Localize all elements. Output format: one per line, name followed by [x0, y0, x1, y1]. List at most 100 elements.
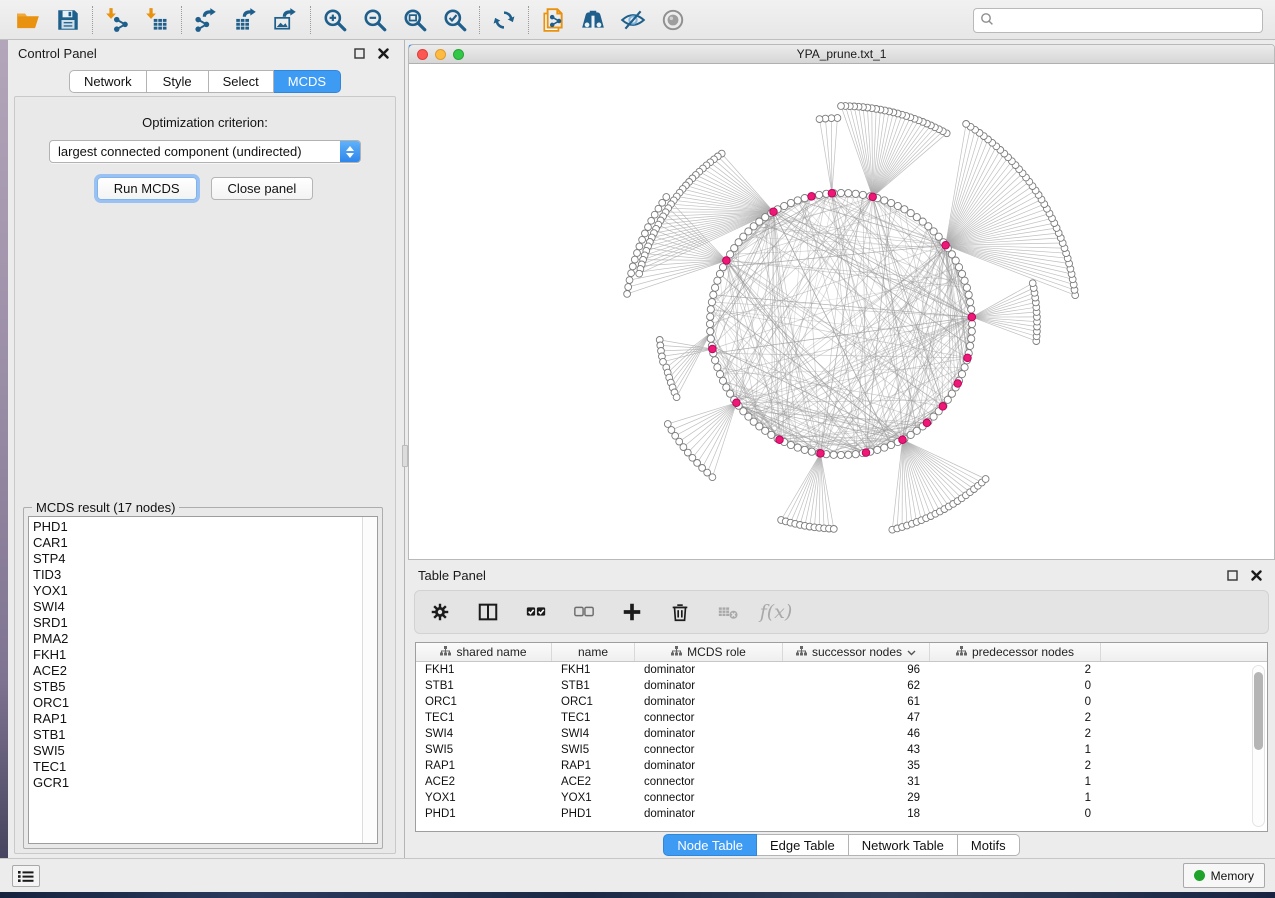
close-panel-icon[interactable]: [374, 45, 392, 61]
mcds-node-item[interactable]: PHD1: [33, 519, 69, 535]
cell[interactable]: FKH1: [552, 662, 635, 678]
cell[interactable]: connector: [635, 710, 783, 726]
cell[interactable]: 96: [783, 662, 930, 678]
mcds-node-item[interactable]: STB5: [33, 679, 69, 695]
table-row[interactable]: YOX1YOX1connector291: [416, 790, 1267, 806]
mcds-node-item[interactable]: GCR1: [33, 775, 69, 791]
table-row[interactable]: TEC1TEC1connector472: [416, 710, 1267, 726]
export-network-icon[interactable]: [186, 4, 226, 36]
cell[interactable]: 43: [783, 742, 930, 758]
cell[interactable]: RAP1: [416, 758, 552, 774]
mcds-result-list[interactable]: PHD1CAR1STP4TID3YOX1SWI4SRD1PMA2FKH1ACE2…: [28, 516, 378, 844]
column-header-shared-name[interactable]: shared name: [416, 643, 552, 661]
tab-select[interactable]: Select: [209, 70, 274, 93]
export-table-icon[interactable]: [226, 4, 266, 36]
cell[interactable]: 2: [930, 662, 1101, 678]
table-settings-icon[interactable]: [427, 599, 453, 625]
table-scrollbar-thumb[interactable]: [1254, 672, 1263, 750]
cell[interactable]: PHD1: [416, 806, 552, 822]
mcds-node-item[interactable]: PMA2: [33, 631, 69, 647]
column-visibility-icon[interactable]: [475, 599, 501, 625]
table-row[interactable]: SWI5SWI5connector431: [416, 742, 1267, 758]
mcds-node-item[interactable]: FKH1: [33, 647, 69, 663]
cell[interactable]: 0: [930, 806, 1101, 822]
table-row[interactable]: PHD1PHD1dominator180: [416, 806, 1267, 822]
binoculars-icon[interactable]: [573, 4, 613, 36]
cell[interactable]: TEC1: [416, 710, 552, 726]
zoom-out-icon[interactable]: [355, 4, 395, 36]
table-row[interactable]: STB1STB1dominator620: [416, 678, 1267, 694]
tab-network-table[interactable]: Network Table: [849, 834, 958, 856]
cell[interactable]: 2: [930, 710, 1101, 726]
cell[interactable]: ACE2: [552, 774, 635, 790]
mcds-node-item[interactable]: RAP1: [33, 711, 69, 727]
save-session-icon[interactable]: [48, 4, 88, 36]
mcds-node-item[interactable]: SWI5: [33, 743, 69, 759]
cell[interactable]: connector: [635, 790, 783, 806]
tab-mcds[interactable]: MCDS: [274, 70, 341, 93]
close-window-icon[interactable]: [417, 49, 428, 60]
network-graph[interactable]: [409, 64, 1274, 559]
close-table-panel-icon[interactable]: [1247, 567, 1265, 583]
maximize-window-icon[interactable]: [453, 49, 464, 60]
select-all-icon[interactable]: [523, 599, 549, 625]
cell[interactable]: 0: [930, 694, 1101, 710]
tab-style[interactable]: Style: [147, 70, 209, 93]
share-document-icon[interactable]: [533, 4, 573, 36]
mcds-node-item[interactable]: CAR1: [33, 535, 69, 551]
search-box[interactable]: [973, 8, 1263, 33]
float-panel-icon[interactable]: [350, 45, 368, 61]
search-input[interactable]: [998, 14, 1256, 28]
cell[interactable]: 29: [783, 790, 930, 806]
tab-node-table[interactable]: Node Table: [663, 834, 757, 856]
cell[interactable]: YOX1: [552, 790, 635, 806]
open-file-icon[interactable]: [8, 4, 48, 36]
import-table-icon[interactable]: [137, 4, 177, 36]
cell[interactable]: dominator: [635, 758, 783, 774]
mcds-node-item[interactable]: ACE2: [33, 663, 69, 679]
close-panel-button[interactable]: Close panel: [211, 177, 314, 200]
column-header-successor-nodes[interactable]: successor nodes: [783, 643, 930, 661]
mcds-node-item[interactable]: STP4: [33, 551, 69, 567]
column-header-predecessor-nodes[interactable]: predecessor nodes: [930, 643, 1101, 661]
cell[interactable]: connector: [635, 742, 783, 758]
cell[interactable]: dominator: [635, 806, 783, 822]
export-image-icon[interactable]: [266, 4, 306, 36]
cell[interactable]: dominator: [635, 694, 783, 710]
cell[interactable]: dominator: [635, 726, 783, 742]
table-row[interactable]: SWI4SWI4dominator462: [416, 726, 1267, 742]
mcds-node-item[interactable]: TID3: [33, 567, 69, 583]
cell[interactable]: ACE2: [416, 774, 552, 790]
cell[interactable]: YOX1: [416, 790, 552, 806]
delete-column-icon[interactable]: [667, 599, 693, 625]
deselect-all-icon[interactable]: [571, 599, 597, 625]
memory-button[interactable]: Memory: [1183, 863, 1265, 888]
mcds-node-item[interactable]: ORC1: [33, 695, 69, 711]
cell[interactable]: TEC1: [552, 710, 635, 726]
cell[interactable]: FKH1: [416, 662, 552, 678]
tab-edge-table[interactable]: Edge Table: [757, 834, 849, 856]
table-scrollbar[interactable]: [1252, 665, 1265, 827]
cell[interactable]: ORC1: [416, 694, 552, 710]
cell[interactable]: 1: [930, 774, 1101, 790]
table-row[interactable]: ORC1ORC1dominator610: [416, 694, 1267, 710]
mcds-node-item[interactable]: STB1: [33, 727, 69, 743]
mcds-node-item[interactable]: TEC1: [33, 759, 69, 775]
cell[interactable]: 35: [783, 758, 930, 774]
cell[interactable]: STB1: [552, 678, 635, 694]
network-canvas[interactable]: [409, 64, 1274, 559]
mcds-node-item[interactable]: SWI4: [33, 599, 69, 615]
minimize-window-icon[interactable]: [435, 49, 446, 60]
cell[interactable]: 61: [783, 694, 930, 710]
cell[interactable]: SWI5: [416, 742, 552, 758]
mcds-list-scrollbar[interactable]: [362, 517, 377, 843]
table-row[interactable]: ACE2ACE2connector311: [416, 774, 1267, 790]
table-row[interactable]: FKH1FKH1dominator962: [416, 662, 1267, 678]
column-header-name[interactable]: name: [552, 643, 635, 661]
zoom-selected-icon[interactable]: [435, 4, 475, 36]
cell[interactable]: 1: [930, 790, 1101, 806]
column-header-MCDS-role[interactable]: MCDS role: [635, 643, 783, 661]
cell[interactable]: RAP1: [552, 758, 635, 774]
import-network-icon[interactable]: [97, 4, 137, 36]
hide-eye-icon[interactable]: [613, 4, 653, 36]
